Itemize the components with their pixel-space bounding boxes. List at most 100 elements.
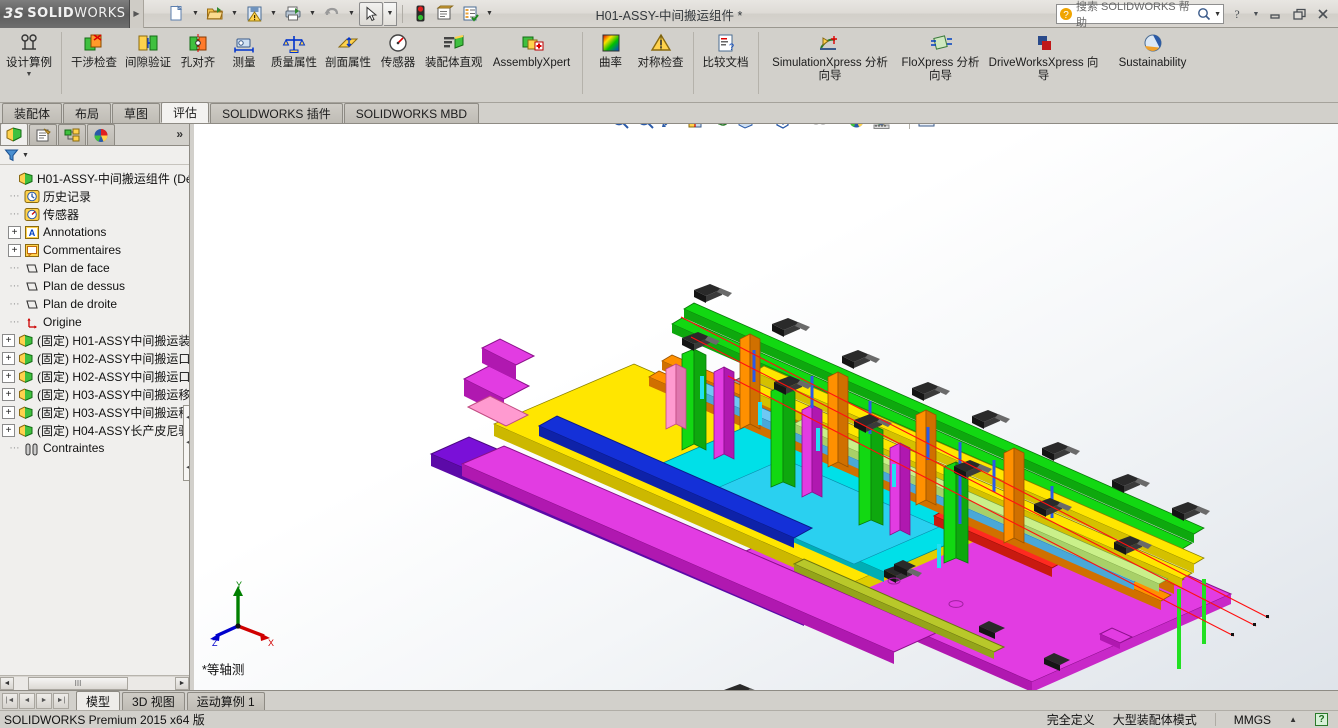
mass-properties-button[interactable]: 质量属性 <box>267 28 321 98</box>
tree-row-history[interactable]: ⋯ 历史记录 <box>0 187 189 205</box>
tree-row-component[interactable]: + (固定) H01-ASSY中间搬运装 <box>0 331 189 349</box>
tab-evaluate[interactable]: 评估 <box>161 102 209 123</box>
tree-row-component[interactable]: + (固定) H03-ASSY中间搬运移 <box>0 385 189 403</box>
sensor-button[interactable]: 传感器 <box>375 28 421 98</box>
scroll-left-arrow[interactable]: ◄ <box>0 677 14 690</box>
curvature-button[interactable]: 曲率 <box>588 28 634 98</box>
sustainability-label: Sustainability <box>1119 57 1187 70</box>
tree-filter-bar[interactable]: ▼ <box>0 146 189 165</box>
tree-expander-plus[interactable]: + <box>2 352 15 365</box>
help-search-box[interactable]: ? 搜索 SOLIDWORKS 帮助 ▼ <box>1056 4 1224 24</box>
tree-expander-plus[interactable]: + <box>2 370 15 383</box>
restore-button[interactable] <box>1288 3 1310 25</box>
assembly-visualization-button[interactable]: 装配体直观 <box>421 28 487 98</box>
print-document-caret[interactable]: ▼ <box>306 2 319 26</box>
tree-row-sensors[interactable]: ⋯ 传感器 <box>0 205 189 223</box>
interference-check-button[interactable]: 干涉检查 <box>67 28 121 98</box>
options-button[interactable] <box>458 2 482 26</box>
filter-caret-icon[interactable]: ▼ <box>22 152 29 159</box>
compare-documents-button[interactable]: ? 比较文档 <box>699 28 753 98</box>
tree-expander-plus[interactable]: + <box>2 424 15 437</box>
tree-expander-plus[interactable]: + <box>2 334 15 347</box>
scroll-right-arrow[interactable]: ► <box>175 677 189 690</box>
status-help-badge[interactable]: ? <box>1315 713 1328 726</box>
tab-assembly[interactable]: 装配体 <box>2 103 62 123</box>
save-document-caret[interactable]: ▼ <box>267 2 280 26</box>
sustainability-button[interactable]: Sustainability <box>1103 28 1203 98</box>
section-properties-button[interactable]: 剖面属性 <box>321 28 375 98</box>
tree-row-contraintes[interactable]: ⋯ Contraintes <box>0 439 189 457</box>
undo-button[interactable] <box>320 2 344 26</box>
clearance-verify-button[interactable]: 间隙验证 <box>121 28 175 98</box>
panel-expand-button[interactable]: » <box>176 127 183 141</box>
help-caret[interactable]: ▼ <box>1250 3 1262 25</box>
close-button[interactable] <box>1312 3 1334 25</box>
tab-3d-views[interactable]: 3D 视图 <box>122 692 185 710</box>
flo-xpress-button[interactable]: FloXpress 分析向导 <box>897 28 985 98</box>
help-button[interactable]: ? <box>1226 3 1248 25</box>
minimize-button[interactable] <box>1264 3 1286 25</box>
new-document-button[interactable] <box>164 2 188 26</box>
tree-row-component[interactable]: + (固定) H04-ASSY长产皮尼驱 <box>0 421 189 439</box>
triad-y-label: Y <box>236 580 242 590</box>
next-tab-button[interactable]: ► <box>36 693 52 709</box>
configuration-manager-tab[interactable] <box>58 124 86 145</box>
tree-expander-plus[interactable]: + <box>8 226 21 239</box>
assembly-xpert-button[interactable]: AssemblyXpert <box>487 28 577 98</box>
tab-model[interactable]: 模型 <box>76 691 120 710</box>
previous-tab-button[interactable]: ◄ <box>19 693 35 709</box>
select-tool-caret[interactable]: ▼ <box>384 2 397 26</box>
open-document-caret[interactable]: ▼ <box>228 2 241 26</box>
tree-row-component[interactable]: + (固定) H02-ASSY中间搬运口 <box>0 349 189 367</box>
undo-caret[interactable]: ▼ <box>345 2 358 26</box>
status-units-caret[interactable]: ▲ <box>1289 715 1297 724</box>
tab-motion-study[interactable]: 运动算例 1 <box>187 692 265 710</box>
search-caret-icon[interactable]: ▼ <box>1214 11 1221 18</box>
cad-model[interactable] <box>194 124 1338 690</box>
select-tool-button[interactable] <box>359 2 383 26</box>
tree-label: Annotations <box>43 225 106 239</box>
simulation-xpress-button[interactable]: SimulationXpress 分析向导 <box>764 28 897 98</box>
design-study-dropdown-caret[interactable]: ▼ <box>26 71 33 78</box>
tree-row-plan-de-dessus[interactable]: ⋯ Plan de dessus <box>0 277 189 295</box>
last-tab-button[interactable]: ►| <box>53 693 69 709</box>
tab-sketch[interactable]: 草图 <box>112 103 160 123</box>
design-study-button[interactable]: 设计算例 ▼ <box>2 28 56 98</box>
save-document-button[interactable] <box>242 2 266 26</box>
tree-row-comments[interactable]: + Commentaires <box>0 241 189 259</box>
tree-row-assembly-root[interactable]: H01-ASSY-中间搬运组件 (Déf <box>0 169 189 187</box>
tree-expander-plus[interactable]: + <box>2 406 15 419</box>
property-manager-tab[interactable] <box>29 124 57 145</box>
new-document-caret[interactable]: ▼ <box>189 2 202 26</box>
tree-row-annotations[interactable]: + A Annotations <box>0 223 189 241</box>
symmetry-check-button[interactable]: 对称检查 <box>634 28 688 98</box>
tab-solidworks-addins[interactable]: SOLIDWORKS 插件 <box>210 103 343 123</box>
print-document-button[interactable] <box>281 2 305 26</box>
menu-expand-arrow[interactable]: ▶ <box>130 0 144 28</box>
tree-row-plan-de-face[interactable]: ⋯ Plan de face <box>0 259 189 277</box>
tree-row-component[interactable]: + (固定) H03-ASSY中间搬运移 <box>0 403 189 421</box>
tree-horizontal-scrollbar[interactable]: ◄ III ► <box>0 675 189 690</box>
open-document-button[interactable] <box>203 2 227 26</box>
graphics-viewport[interactable]: A ▼ ▼ ▼ ▼ ▼ <box>194 124 1338 690</box>
tree-row-component[interactable]: + (固定) H02-ASSY中间搬运口 <box>0 367 189 385</box>
tab-solidworks-mbd[interactable]: SOLIDWORKS MBD <box>344 103 479 123</box>
file-properties-button[interactable] <box>433 2 457 26</box>
scroll-track[interactable]: III <box>14 677 175 690</box>
options-caret[interactable]: ▼ <box>483 2 496 26</box>
svg-text:?: ? <box>1234 7 1239 21</box>
scroll-thumb[interactable]: III <box>28 677 128 690</box>
tab-layout[interactable]: 布局 <box>63 103 111 123</box>
tree-expander-plus[interactable]: + <box>2 388 15 401</box>
first-tab-button[interactable]: |◄ <box>2 693 18 709</box>
feature-manager-tab[interactable] <box>0 123 28 145</box>
tree-label: (固定) H04-ASSY长产皮尼驱 <box>37 422 189 439</box>
tree-row-plan-de-droite[interactable]: ⋯ Plan de droite <box>0 295 189 313</box>
measure-button[interactable]: 测量 <box>221 28 267 98</box>
display-manager-tab[interactable] <box>87 124 115 145</box>
rebuild-button[interactable] <box>408 2 432 26</box>
tree-expander-plus[interactable]: + <box>8 244 21 257</box>
tree-row-origine[interactable]: ⋯ Origine <box>0 313 189 331</box>
driveworks-xpress-button[interactable]: DriveWorksXpress 向导 <box>985 28 1103 98</box>
hole-align-button[interactable]: 孔对齐 <box>175 28 221 98</box>
